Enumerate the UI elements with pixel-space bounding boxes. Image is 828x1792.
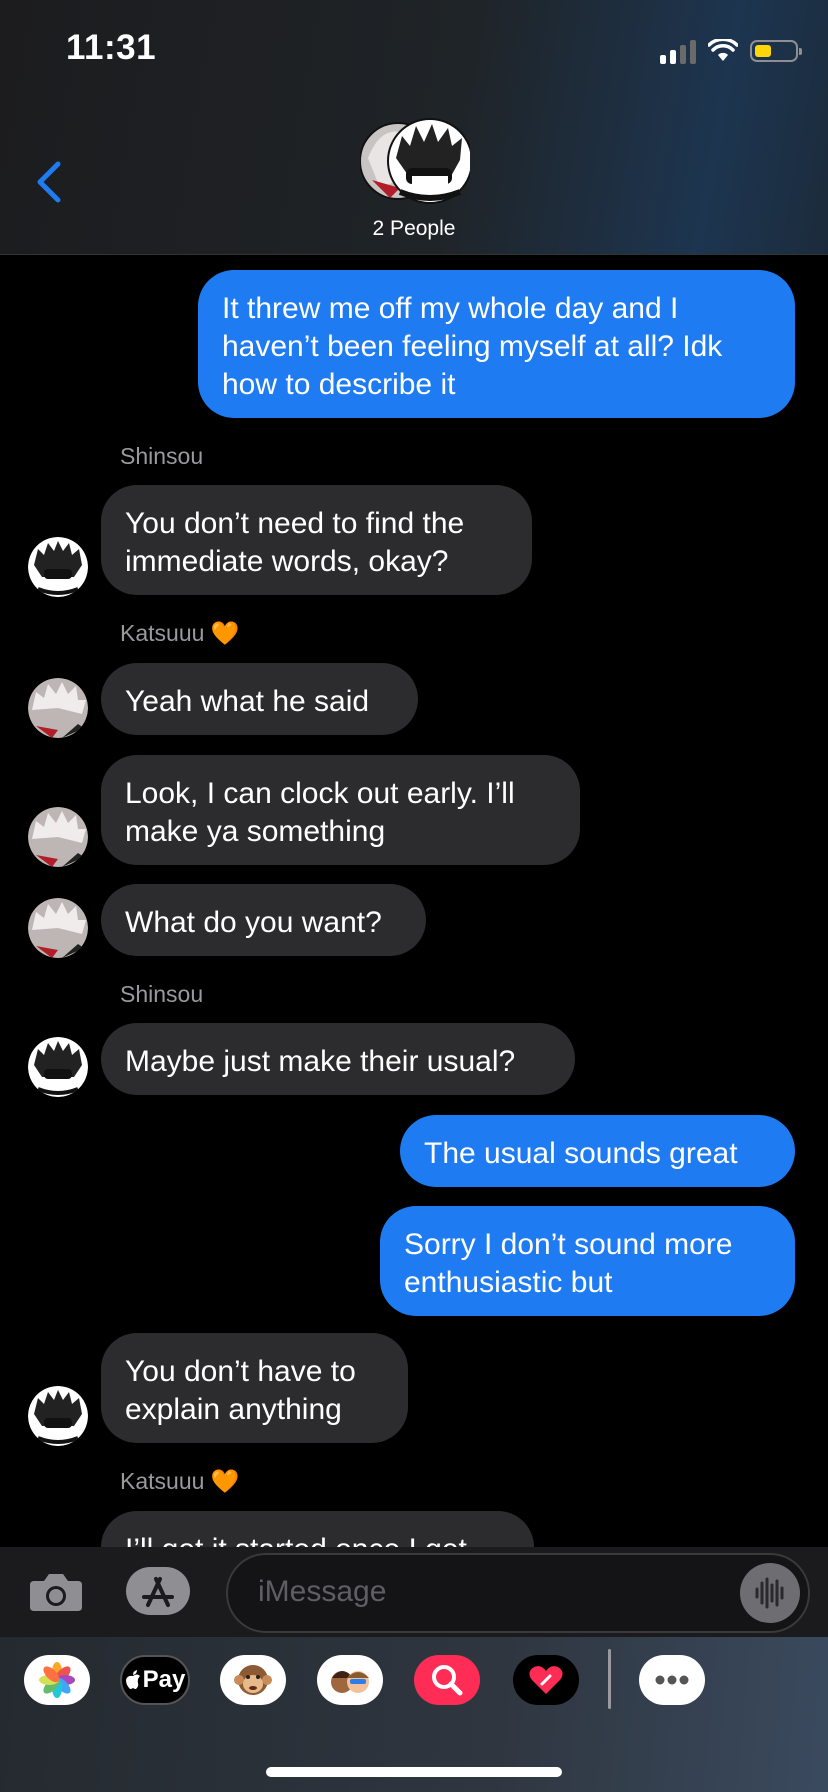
outgoing-message[interactable]: Sorry I don’t sound more enthusiastic bu…: [380, 1206, 795, 1316]
sender-name: Shinsou: [120, 981, 204, 1007]
incoming-message[interactable]: I’ll get it started once I get: [101, 1511, 534, 1547]
home-indicator[interactable]: [266, 1767, 562, 1777]
memoji-icon: [331, 1671, 369, 1693]
sender-name: Katsuuu 🧡: [120, 1468, 240, 1494]
message-line: It threw me off my whole day and I: [222, 292, 679, 325]
photos-app-button[interactable]: [24, 1655, 90, 1705]
message-line: immediate words, okay?: [125, 545, 449, 578]
status-time: 11:31: [66, 28, 157, 67]
image-search-button[interactable]: [414, 1655, 480, 1705]
memoji-button[interactable]: [317, 1655, 383, 1705]
shinsou-avatar[interactable]: [28, 1386, 88, 1446]
message-line: how to describe it: [222, 368, 456, 401]
camera-icon[interactable]: [28, 1571, 84, 1613]
message-list[interactable]: It threw me off my whole day and I haven…: [0, 255, 828, 1547]
more-apps-button[interactable]: [639, 1655, 705, 1705]
shinsou-avatar[interactable]: [28, 1037, 88, 1097]
message-line: enthusiastic but: [404, 1266, 613, 1299]
incoming-message[interactable]: Yeah what he said: [101, 663, 418, 735]
message-line: I’ll get it started once I get: [125, 1531, 510, 1547]
message-line: Look, I can clock out early. I’ll: [125, 777, 515, 810]
message-input-placeholder: iMessage: [258, 1575, 387, 1608]
sender-name: Katsuuu 🧡: [120, 620, 240, 646]
wifi-icon: [708, 39, 738, 61]
message-input[interactable]: iMessage: [226, 1553, 810, 1633]
back-chevron-icon[interactable]: [30, 160, 70, 204]
sender-name: Shinsou: [120, 443, 204, 469]
audio-record-button[interactable]: [740, 1563, 800, 1623]
app-store-button[interactable]: [126, 1567, 190, 1615]
apple-pay-label: Pay: [142, 1666, 186, 1693]
status-icons: [660, 34, 802, 68]
katsuuu-avatar[interactable]: [28, 678, 88, 738]
message-line: What do you want?: [125, 906, 382, 939]
apple-logo-icon: [125, 1670, 140, 1689]
outgoing-message[interactable]: The usual sounds great: [400, 1115, 795, 1187]
digital-touch-button[interactable]: [513, 1655, 579, 1705]
message-line: Yeah what he said: [125, 685, 370, 718]
message-line: You don’t need to find the: [125, 507, 465, 540]
apple-pay-button[interactable]: Pay: [120, 1655, 190, 1705]
incoming-message[interactable]: You don’t have to explain anything: [101, 1333, 408, 1443]
outgoing-message[interactable]: It threw me off my whole day and I haven…: [198, 270, 795, 418]
waveform-icon: [755, 1577, 784, 1609]
group-name-label[interactable]: 2 People: [0, 217, 828, 241]
incoming-message[interactable]: Look, I can clock out early. I’ll make y…: [101, 755, 580, 865]
message-line: Sorry I don’t sound more: [404, 1228, 733, 1261]
incoming-message[interactable]: What do you want?: [101, 884, 426, 956]
katsuuu-avatar[interactable]: [28, 807, 88, 867]
more-icon: [655, 1675, 689, 1685]
shinsou-avatar[interactable]: [28, 537, 88, 597]
digital-touch-icon: [529, 1666, 563, 1694]
image-search-icon: [432, 1665, 463, 1696]
incoming-message[interactable]: Maybe just make their usual?: [101, 1023, 575, 1095]
conversation-header: 11:31 2 People: [0, 0, 828, 255]
incoming-message[interactable]: You don’t need to find the immediate wor…: [101, 485, 532, 595]
cellular-signal-icon: [660, 38, 696, 64]
message-line: You don’t have to: [125, 1355, 356, 1388]
drawer-divider: [608, 1649, 611, 1709]
photos-icon: [39, 1662, 75, 1698]
battery-icon: [750, 40, 802, 62]
message-line: The usual sounds great: [424, 1137, 738, 1170]
message-line: haven’t been feeling myself at all? Idk: [222, 330, 723, 363]
katsuuu-avatar[interactable]: [28, 898, 88, 958]
animoji-icon: [234, 1665, 272, 1695]
orange-heart-icon: 🧡: [210, 620, 240, 646]
orange-heart-icon: 🧡: [210, 1468, 240, 1494]
group-avatar[interactable]: [360, 118, 470, 204]
animoji-button[interactable]: [220, 1655, 286, 1705]
message-line: Maybe just make their usual?: [125, 1045, 516, 1078]
message-line: explain anything: [125, 1393, 342, 1426]
app-store-icon: [142, 1577, 174, 1607]
message-line: make ya something: [125, 815, 386, 848]
composer-bar: iMessage: [0, 1547, 828, 1637]
